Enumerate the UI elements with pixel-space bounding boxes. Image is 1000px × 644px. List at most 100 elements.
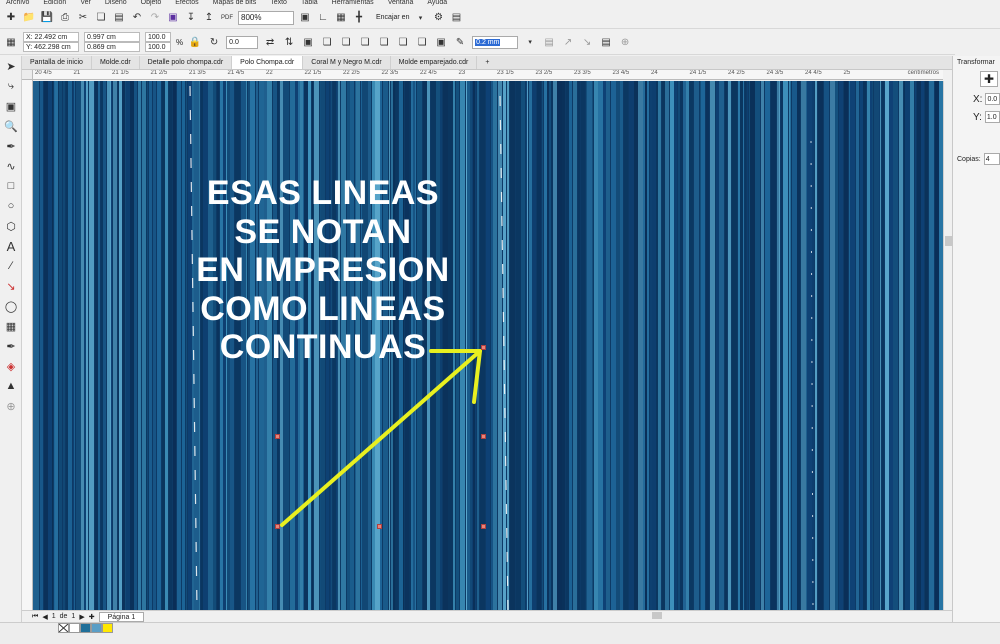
- front-minus-back-icon[interactable]: ❏: [396, 35, 410, 49]
- docker-y-field[interactable]: 1.0: [984, 111, 1000, 123]
- outline-width-field[interactable]: 0.2 mm: [472, 35, 519, 49]
- drop-shadow-icon[interactable]: ◯: [0, 296, 22, 316]
- menu-item-objeto[interactable]: Objeto: [141, 0, 162, 7]
- outline-pen-icon[interactable]: ✎: [453, 35, 467, 49]
- undo-icon[interactable]: ↶: [130, 11, 144, 25]
- application-launcher-icon[interactable]: ▤: [449, 11, 463, 25]
- x-position-field[interactable]: X: 22.492 cm: [23, 32, 79, 42]
- save-icon[interactable]: 💾: [40, 11, 54, 25]
- docker-x-field[interactable]: 0.0: [985, 93, 1000, 105]
- open-folder-icon[interactable]: 📁: [22, 11, 36, 25]
- ruler-origin[interactable]: [22, 70, 33, 80]
- selection-handle[interactable]: [377, 524, 382, 529]
- wrap-text-icon[interactable]: ▤: [542, 35, 556, 49]
- simplify-icon[interactable]: ❏: [377, 35, 391, 49]
- outline-width-dropdown-icon[interactable]: ▾: [523, 35, 537, 49]
- publish-pdf-icon[interactable]: PDF: [220, 11, 234, 25]
- menu-item-ayuda[interactable]: Ayuda: [427, 0, 447, 7]
- quick-customize-icon[interactable]: ▤: [599, 35, 613, 49]
- menu-item-mapas-de-bits[interactable]: Mapas de bits: [213, 0, 257, 7]
- connector-tool-icon[interactable]: ↘: [0, 276, 22, 296]
- new-tab-plus-icon[interactable]: +: [477, 56, 497, 69]
- y-position-field[interactable]: Y: 462.298 cm: [23, 42, 79, 52]
- menu-item-efectos[interactable]: Efectos: [175, 0, 198, 7]
- rulers-icon[interactable]: ∟: [316, 11, 330, 25]
- search-content-icon[interactable]: ▣: [166, 11, 180, 25]
- grid-icon[interactable]: ▦: [334, 11, 348, 25]
- scale-x-field[interactable]: 100.0: [145, 32, 171, 42]
- paste-icon[interactable]: ▤: [112, 11, 126, 25]
- mirror-vertical-icon[interactable]: ⇅: [282, 35, 296, 49]
- add-tool-icon[interactable]: ⊕: [0, 396, 22, 416]
- tab-molde-emparejado[interactable]: Molde emparejado.cdr: [391, 56, 478, 69]
- snap-to-dropdown[interactable]: Encajar en: [376, 14, 409, 21]
- weld-icon[interactable]: ❏: [320, 35, 334, 49]
- transparency-tool-icon[interactable]: ▦: [0, 316, 22, 336]
- menu-item-texto[interactable]: Texto: [270, 0, 287, 7]
- lock-ratio-icon[interactable]: 🔒: [188, 35, 202, 49]
- drawing-canvas[interactable]: ESAS LINEAS SE NOTAN EN IMPRESION COMO L…: [33, 81, 943, 610]
- polygon-tool-icon[interactable]: ⬡: [0, 216, 22, 236]
- back-minus-front-icon[interactable]: ❏: [415, 35, 429, 49]
- tab-polo-chompa[interactable]: Polo Chompa.cdr: [232, 56, 304, 69]
- tab-coral-m-y-negro-m[interactable]: Coral M y Negro M.cdr: [303, 56, 391, 69]
- freehand-tool-icon[interactable]: ✒: [0, 136, 22, 156]
- width-field[interactable]: 0.997 cm: [84, 32, 140, 42]
- trim-icon[interactable]: ❏: [339, 35, 353, 49]
- menu-item-tabla[interactable]: Tabla: [301, 0, 318, 7]
- cut-icon[interactable]: ✂: [76, 11, 90, 25]
- first-page-icon[interactable]: ⏮: [32, 613, 38, 621]
- rotation-angle-field[interactable]: 0.0: [226, 35, 259, 49]
- add-icon[interactable]: ⊕: [618, 35, 632, 49]
- guidelines-icon[interactable]: ╋: [352, 11, 366, 25]
- menu-item-edicion[interactable]: Edición: [43, 0, 66, 7]
- shape-tool-icon[interactable]: ⤷: [0, 76, 22, 96]
- prev-page-icon[interactable]: ◀: [42, 613, 47, 621]
- object-origin-icon[interactable]: ▦: [4, 35, 18, 49]
- horizontal-scroll-thumb[interactable]: [652, 612, 662, 619]
- smart-fill-icon[interactable]: ▲: [0, 376, 22, 396]
- pick-tool-icon[interactable]: ➤: [0, 56, 22, 76]
- redo-icon[interactable]: ↷: [148, 11, 162, 25]
- docker-copies-field[interactable]: 4: [983, 153, 1000, 165]
- parallel-dimension-icon[interactable]: ∕: [0, 256, 22, 276]
- vertical-scrollbar[interactable]: [943, 81, 952, 610]
- scale-y-field[interactable]: 100.0: [145, 42, 171, 52]
- group-icon[interactable]: ▣: [301, 35, 315, 49]
- options-gear-icon[interactable]: ⚙: [431, 11, 445, 25]
- tab-molde[interactable]: Molde.cdr: [92, 56, 140, 69]
- menu-item-archivo[interactable]: Archivo: [6, 0, 29, 7]
- boundary-icon[interactable]: ▣: [434, 35, 448, 49]
- copy-icon[interactable]: ❏: [94, 11, 108, 25]
- mirror-horizontal-icon[interactable]: ⇄: [263, 35, 277, 49]
- selection-handle[interactable]: [275, 434, 280, 439]
- zoom-level-select[interactable]: 800%: [238, 10, 294, 25]
- color-swatch[interactable]: [80, 623, 91, 633]
- tab-detalle-polo-chompa[interactable]: Detalle polo chompa.cdr: [140, 56, 233, 69]
- position-plus-icon[interactable]: ✚: [980, 71, 998, 87]
- selection-handle[interactable]: [481, 434, 486, 439]
- add-page-icon[interactable]: ✚: [89, 613, 95, 621]
- vertical-ruler[interactable]: [22, 80, 33, 610]
- color-swatch[interactable]: [69, 623, 80, 633]
- no-color-swatch[interactable]: [58, 623, 69, 633]
- export-icon[interactable]: ↥: [202, 11, 216, 25]
- eyedropper-icon[interactable]: ✒: [0, 336, 22, 356]
- to-front-icon[interactable]: ↗: [561, 35, 575, 49]
- selection-handle[interactable]: [481, 345, 486, 350]
- rectangle-tool-icon[interactable]: □: [0, 176, 22, 196]
- vertical-scroll-thumb[interactable]: [945, 236, 952, 246]
- horizontal-scrollbar[interactable]: [497, 611, 937, 620]
- ellipse-tool-icon[interactable]: ○: [0, 196, 22, 216]
- menu-item-ver[interactable]: Ver: [80, 0, 91, 7]
- color-swatch[interactable]: [91, 623, 102, 633]
- chevron-down-icon[interactable]: ▾: [413, 11, 427, 25]
- height-field[interactable]: 0.869 cm: [84, 42, 140, 52]
- to-back-icon[interactable]: ↘: [580, 35, 594, 49]
- menu-item-herramientas[interactable]: Herramientas: [332, 0, 374, 7]
- full-screen-icon[interactable]: ▣: [298, 11, 312, 25]
- selection-handle[interactable]: [275, 524, 280, 529]
- menu-item-diseno[interactable]: Diseño: [105, 0, 127, 7]
- print-icon[interactable]: ⎙: [58, 11, 72, 25]
- crop-tool-icon[interactable]: ▣: [0, 96, 22, 116]
